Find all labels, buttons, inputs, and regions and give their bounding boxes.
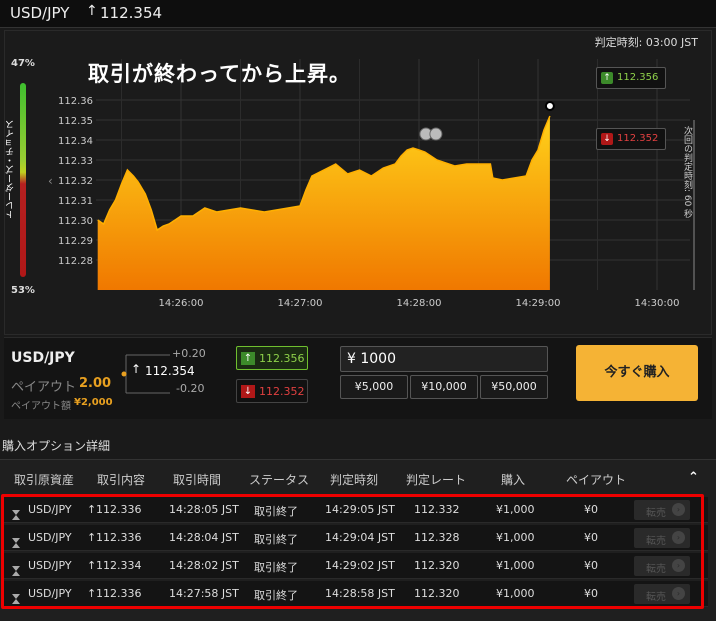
high-button[interactable]: ↑ 112.356 — [236, 346, 308, 370]
col-buy: 購入 — [501, 473, 526, 487]
amount-value: ¥ 1000 — [347, 351, 396, 367]
y-tick-label: 112.36 — [58, 96, 93, 107]
highlight-box — [1, 494, 704, 609]
col-judge-rate: 判定レート — [406, 473, 467, 487]
x-tick-label: 14:27:00 — [278, 298, 323, 309]
amount-input[interactable]: ¥ 1000 — [340, 346, 548, 372]
chevron-up-icon[interactable]: ⌃ — [688, 470, 699, 485]
quick-amount-5000[interactable]: ¥5,000 — [340, 375, 408, 399]
low-button[interactable]: ↓ 112.352 — [236, 379, 308, 403]
chart-high-button[interactable]: ↑ 112.356 — [596, 67, 666, 89]
trader-choice-label: トレーダーズ・チョイス — [6, 120, 16, 219]
y-tick-label: 112.29 — [58, 236, 93, 247]
chevron-left-icon: ‹ — [48, 174, 53, 188]
x-tick-label: 14:29:00 — [516, 298, 561, 309]
col-time: 取引時間 — [173, 473, 222, 487]
tick-minus: -0.20 — [176, 382, 205, 395]
buy-now-button[interactable]: 今すぐ購入 — [576, 345, 698, 401]
chart-low-button[interactable]: ↓ 112.352 — [596, 128, 666, 150]
x-tick-label: 14:30:00 — [635, 298, 680, 309]
payout-amount-label: ペイアウト額 — [11, 401, 71, 412]
y-tick-label: 112.31 — [58, 196, 93, 207]
details-title: 購入オプション詳細 — [2, 439, 111, 453]
low-button-value: 112.352 — [259, 385, 305, 398]
x-tick-label: 14:26:00 — [159, 298, 204, 309]
col-judge-time: 判定時刻 — [330, 473, 379, 487]
up-arrow-icon: ↑ — [241, 352, 255, 365]
quick-amount-50000[interactable]: ¥50,000 — [480, 375, 548, 399]
down-arrow-icon: ↓ — [241, 385, 255, 398]
overlay-annotation: 取引が終わってから上昇。 — [88, 62, 351, 86]
y-tick-label: 112.34 — [58, 136, 93, 147]
payout-amount: ¥2,000 — [74, 397, 113, 408]
y-tick-label: 112.30 — [58, 216, 93, 227]
trader-choice-bar — [20, 83, 26, 277]
col-payout: ペイアウト — [566, 473, 627, 487]
payout-label: ペイアウト — [11, 380, 77, 395]
y-tick-label: 112.35 — [58, 116, 93, 127]
y-tick-label: 112.33 — [58, 156, 93, 167]
col-direction: 取引内容 — [97, 473, 146, 487]
y-tick-label: 112.28 — [58, 256, 93, 267]
high-button-value: 112.356 — [259, 352, 305, 365]
col-status: ステータス — [249, 473, 310, 487]
down-arrow-icon: ↓ — [601, 133, 613, 145]
payout-value: 2.00 — [79, 376, 112, 391]
up-arrow-icon: ↑ — [601, 72, 613, 84]
trader-choice-low-pct: 53% — [11, 285, 35, 296]
trade-pin-icon — [429, 127, 443, 141]
y-tick-label: 112.32 — [58, 176, 93, 187]
chart-high-value: 112.356 — [617, 72, 659, 83]
trade-pair: USD/JPY — [11, 350, 75, 366]
current-price: 112.354 — [145, 364, 195, 378]
chart-low-value: 112.352 — [617, 133, 659, 144]
next-judgement-label: 次回の判定時刻: 60 秒 — [682, 126, 692, 219]
quick-amount-10000[interactable]: ¥10,000 — [410, 375, 478, 399]
col-asset: 取引原資産 — [14, 473, 75, 487]
trader-choice-high-pct: 47% — [11, 58, 35, 69]
up-arrow-icon: ↑ — [131, 362, 142, 376]
tick-plus: +0.20 — [172, 347, 206, 360]
price-chart: 112.36 112.35 112.34 112.33 112.32 112.31 112.… — [48, 59, 695, 309]
x-tick-label: 14:28:00 — [397, 298, 442, 309]
end-marker — [544, 101, 555, 111]
